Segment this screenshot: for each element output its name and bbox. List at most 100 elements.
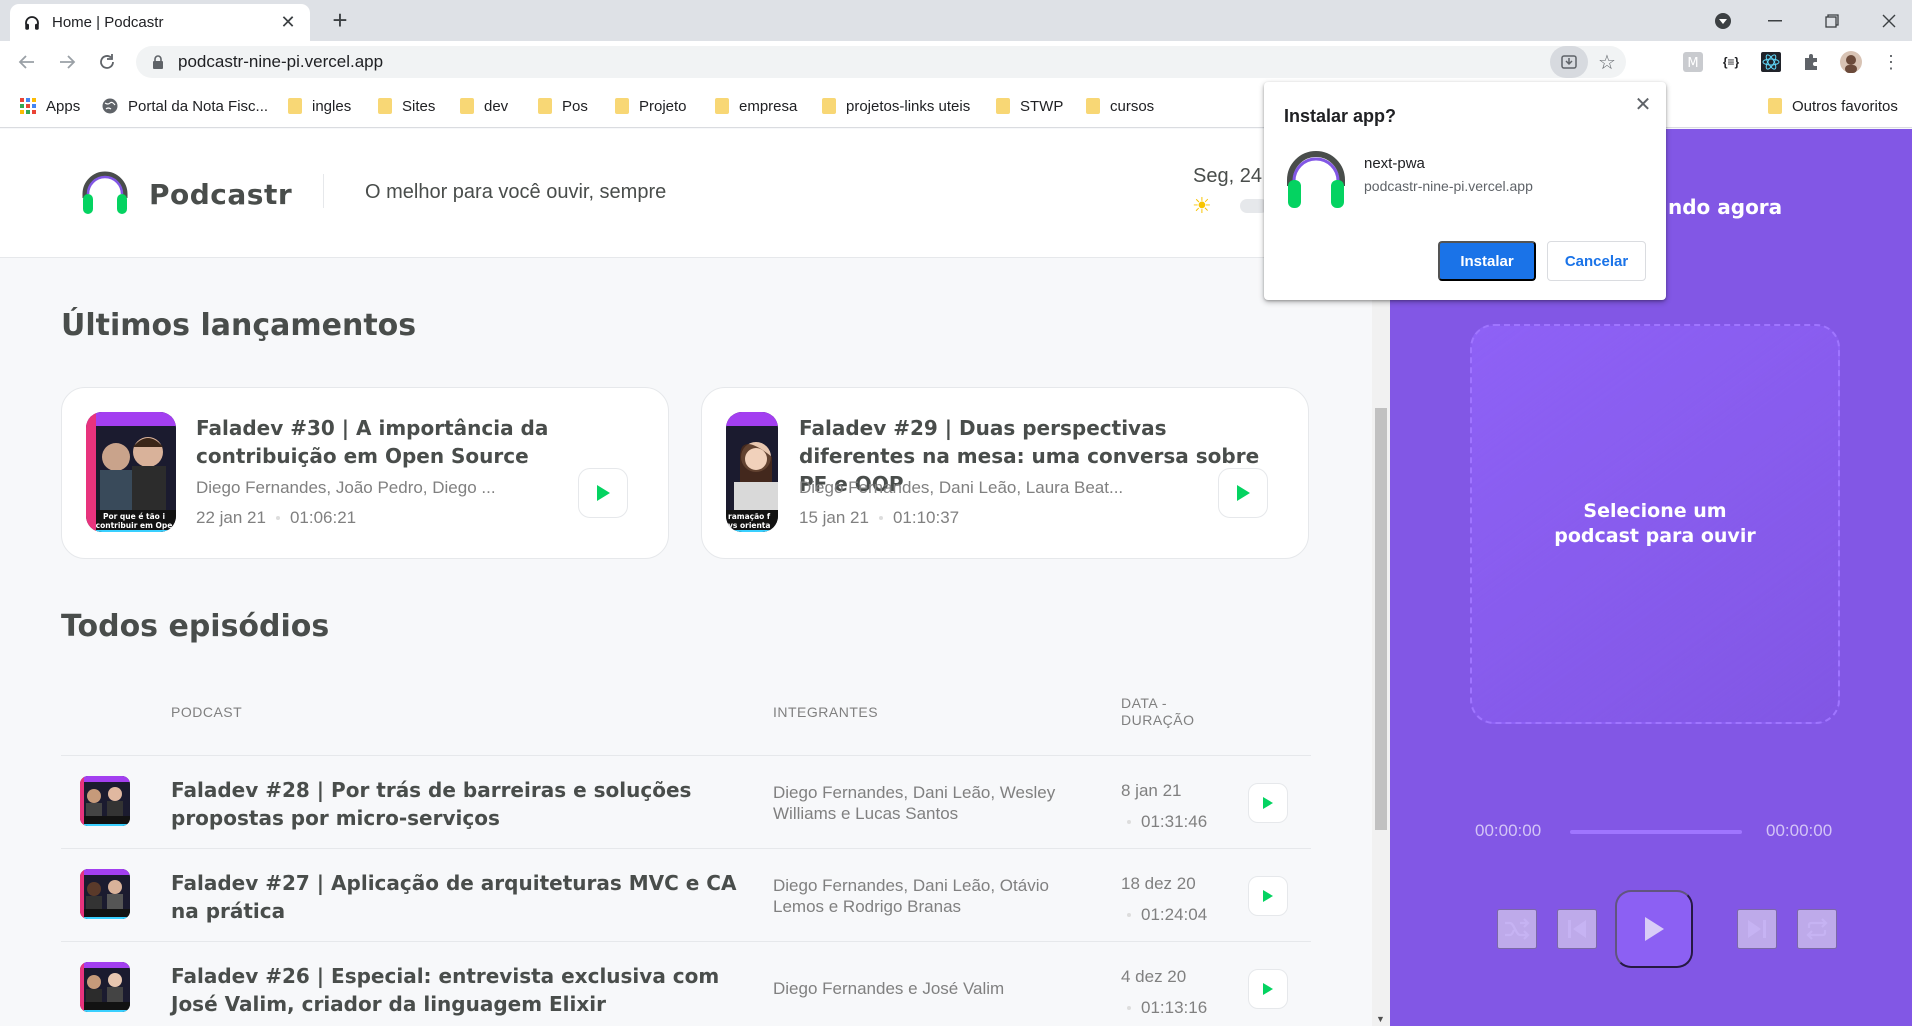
repeat-button[interactable] [1797,909,1837,949]
restore-icon[interactable] [1809,0,1855,41]
episode-title-link[interactable]: Faladev #30 | A importância da contribui… [196,414,576,470]
progress-slider[interactable] [1570,830,1742,834]
svg-text:vs orienta: vs orienta [728,521,770,530]
avatar[interactable] [1840,51,1862,73]
back-icon[interactable] [12,47,42,77]
episode-duration-wrap: 01:24:04 [1127,905,1207,925]
bookmark-label: Apps [46,97,81,115]
extensions-puzzle-icon[interactable] [1800,51,1822,73]
folder-icon [1086,98,1100,114]
react-devtools-icon[interactable] [1760,51,1782,73]
svg-text:contribuir em Ope: contribuir em Ope [96,521,173,530]
play-episode-button[interactable] [1248,969,1288,1009]
separator-dot [275,516,280,520]
table-row: Faladev #28 | Por trás de barreiras e so… [61,756,1311,849]
previous-icon [1568,920,1586,938]
bookmark-portal[interactable]: Portal da Nota Fisc... [102,95,268,117]
svg-text:M: M [1687,56,1698,71]
install-app-icon[interactable] [1550,46,1588,78]
bookmark-projetos-links[interactable]: projetos-links uteis [822,95,970,117]
svg-text:ramação f: ramação f [728,512,771,521]
folder-icon [460,98,474,114]
close-window-icon[interactable] [1866,0,1912,41]
bookmark-outros-favoritos[interactable]: Outros favoritos [1768,95,1898,117]
install-button[interactable]: Instalar [1438,241,1536,281]
episode-title-link[interactable]: Faladev #26 | Especial: entrevista exclu… [171,962,751,1018]
logo[interactable]: Podcastr [79,168,292,221]
bookmark-label: empresa [739,97,798,115]
tagline: O melhor para você ouvir, sempre [365,181,667,203]
previous-button[interactable] [1557,909,1597,949]
episode-thumbnail: ramação f vs orienta [726,412,778,532]
address-bar[interactable]: podcastr-nine-pi.vercel.app ☆ [136,46,1626,78]
play-episode-button[interactable] [1248,783,1288,823]
install-app-dialog: Instalar app? ✕ next-pwa podcastr-nine-p… [1264,82,1666,300]
profile-menu-icon[interactable] [1700,0,1746,41]
cancel-button[interactable]: Cancelar [1547,241,1646,281]
episode-date: 18 dez 20 [1121,874,1196,893]
play-episode-button[interactable] [578,468,628,518]
episode-thumbnail [80,962,130,1012]
bookmark-label: projetos-links uteis [846,97,971,115]
bookmark-stwp[interactable]: STWP [996,95,1063,117]
chrome-menu-icon[interactable]: ⋮ [1880,51,1902,73]
tab-strip: Home | Podcastr ✕ + [0,0,1912,41]
episode-members: Diego Fernandes, João Pedro, Diego ... [196,478,496,497]
close-dialog-icon[interactable]: ✕ [1632,94,1654,116]
bookmark-label: Outros favoritos [1792,97,1898,115]
shuffle-button[interactable] [1497,909,1537,949]
bookmark-empresa[interactable]: empresa [715,95,797,117]
home-content: Últimos lançamentos Por que é tão i cont… [0,258,1372,1026]
folder-icon [1768,98,1782,114]
extension-json-icon[interactable]: {≡} [1720,51,1742,73]
new-tab-button[interactable]: + [325,6,355,36]
bookmark-star-icon[interactable]: ☆ [1588,46,1626,78]
play-episode-button[interactable] [1248,876,1288,916]
column-header-podcast: PODCAST [171,704,243,720]
bookmark-pos[interactable]: Pos [538,95,588,117]
play-icon [1645,917,1664,941]
episode-duration: 01:06:21 [289,508,357,527]
bookmark-label: STWP [1020,97,1064,115]
bookmark-cursos[interactable]: cursos [1086,95,1154,117]
tab-title: Home | Podcastr [52,14,164,31]
episode-members: Diego Fernandes, Dani Leão, Otávio Lemos… [773,876,1049,916]
separator-dot [1127,1006,1131,1010]
episode-duration: 01:31:46 [1141,812,1208,831]
lock-icon [152,55,164,69]
reload-icon[interactable] [92,47,122,77]
close-tab-icon[interactable]: ✕ [278,12,298,33]
episode-duration-wrap: 01:13:16 [1127,998,1207,1018]
column-header-date: DATA - [1121,695,1168,711]
extension-m-icon[interactable]: M [1682,51,1704,73]
minimize-icon[interactable] [1752,0,1798,41]
url-text: podcastr-nine-pi.vercel.app [178,52,384,71]
episode-title-link[interactable]: Faladev #28 | Por trás de barreiras e so… [171,776,751,832]
episode-date: 4 dez 20 [1121,967,1187,986]
app-headphones-icon [1284,148,1348,217]
latest-episode-card[interactable]: Por que é tão i contribuir em Ope Falade… [61,387,669,559]
bookmark-dev[interactable]: dev [460,95,508,117]
episode-thumbnail [80,776,130,826]
latest-episode-card[interactable]: ramação f vs orienta Faladev #29 | Duas … [701,387,1309,559]
separator-dot [878,516,883,520]
play-button[interactable] [1615,890,1693,968]
page-scrollbar[interactable]: ▼ [1372,258,1390,1026]
play-episode-button[interactable] [1218,468,1268,518]
episode-members: Diego Fernandes e José Valim [773,979,1005,998]
scroll-down-arrow-icon[interactable]: ▼ [1376,1014,1385,1024]
episode-title-link[interactable]: Faladev #27 | Aplicação de arquiteturas … [171,869,751,925]
scrollbar-thumb[interactable] [1375,408,1387,830]
bookmark-apps[interactable]: Apps [20,95,80,117]
forward-icon[interactable] [52,47,82,77]
latest-title: Últimos lançamentos [61,308,417,343]
next-button[interactable] [1737,909,1777,949]
folder-icon [288,98,302,114]
bookmark-sites[interactable]: Sites [378,95,435,117]
bookmark-ingles[interactable]: ingles [288,95,351,117]
play-icon [1263,983,1273,995]
browser-tab[interactable]: Home | Podcastr ✕ [10,4,310,41]
headphones-icon [22,13,42,33]
episode-members: Diego Fernandes, Dani Leão, Wesley Willi… [773,783,1056,823]
bookmark-projeto[interactable]: Projeto [615,95,687,117]
